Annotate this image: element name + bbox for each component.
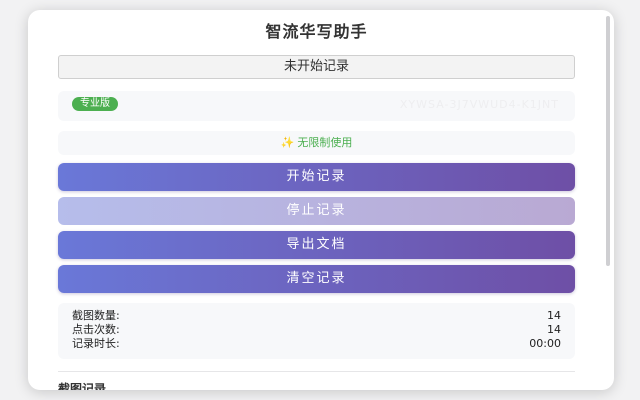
start-recording-button[interactable]: 开始记录 [58,163,575,191]
license-code: XYWSA-3J7VWUD4-K1JNT [399,98,559,111]
stat-value: 00:00 [529,337,561,350]
popup-content: 智流华写助手 未开始记录 专业版 XYWSA-3J7VWUD4-K1JNT ✨ 无… [58,10,575,390]
scrollbar[interactable] [606,16,610,266]
unlimited-usage-text: 无限制使用 [297,136,353,149]
stat-click-count: 点击次数: 14 [72,323,561,337]
stop-recording-button[interactable]: 停止记录 [58,197,575,225]
clear-records-button[interactable]: 清空记录 [58,265,575,293]
screenshot-records-title: 截图记录 [58,382,107,390]
stat-duration: 记录时长: 00:00 [72,337,561,351]
pro-badge: 专业版 [72,97,118,111]
divider [58,371,575,372]
stat-value: 14 [547,323,561,336]
stat-value: 14 [547,309,561,322]
license-card: 专业版 XYWSA-3J7VWUD4-K1JNT [58,91,575,121]
stats-panel: 截图数量: 14 点击次数: 14 记录时长: 00:00 [58,303,575,359]
stat-label: 点击次数: [72,323,120,336]
stat-label: 截图数量: [72,309,120,322]
stat-label: 记录时长: [72,337,120,350]
app-title: 智流华写助手 [265,22,368,41]
sparkle-icon: ✨ [280,136,295,149]
export-document-button[interactable]: 导出文档 [58,231,575,259]
unlimited-usage-banner: ✨ 无限制使用 [58,131,575,155]
extension-popup: 智流华写助手 未开始记录 专业版 XYWSA-3J7VWUD4-K1JNT ✨ 无… [28,10,614,390]
recording-status: 未开始记录 [58,55,575,79]
stat-screenshot-count: 截图数量: 14 [72,309,561,323]
